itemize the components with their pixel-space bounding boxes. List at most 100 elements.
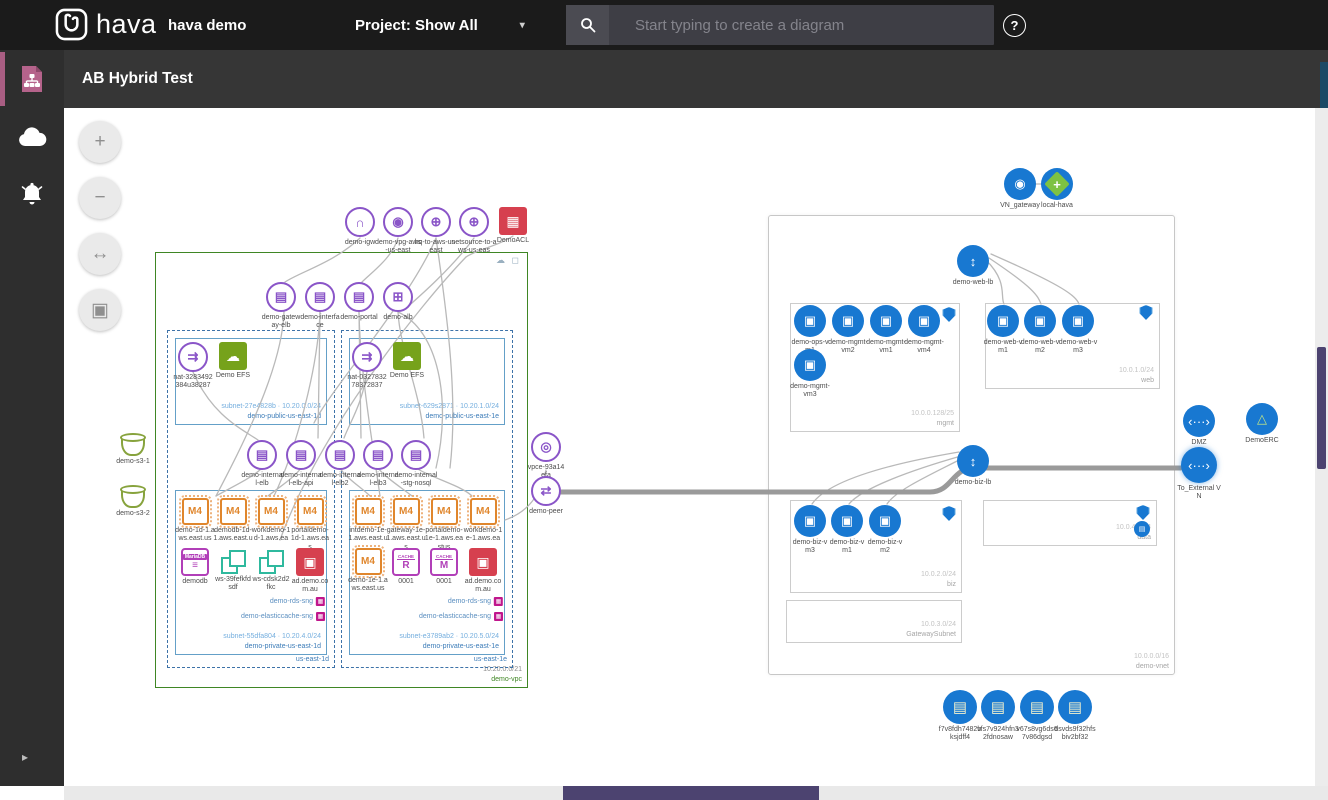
node-demo-mgmt-vm3-label: demo-mgmt-vm3 xyxy=(790,383,830,400)
node-demodb-1d-1[interactable]: M4demodb-1d-1.aws.east.u xyxy=(213,498,253,544)
node-demo-biz-vm2[interactable]: ▣demo-biz-vm2 xyxy=(866,505,904,556)
h-scrollbar[interactable] xyxy=(64,786,1328,800)
node-demo-internal-elb-label: demo-internal-elb xyxy=(241,472,283,489)
node-demo-web-vm1[interactable]: ▣demo-web-vm1 xyxy=(983,305,1023,356)
node-intdemo-1e-1[interactable]: M4intdemo-1e-1.aws.east.u xyxy=(348,498,388,544)
node-demo-interface-icon: ▤ xyxy=(305,282,335,312)
search-input[interactable] xyxy=(609,5,994,45)
node-demo-internal-elb-icon: ▤ xyxy=(247,440,277,470)
node-demoacl[interactable]: ▦DemoACL xyxy=(490,207,536,245)
group-label: us-east-1d xyxy=(296,655,329,664)
node-demo-ops-vm1-icon: ▣ xyxy=(794,305,826,337)
canvas-controls: + − ↔ ▣ xyxy=(79,121,121,331)
node-demo-efs-1e[interactable]: ☁Demo EFS xyxy=(384,342,430,380)
h-scroll-thumb[interactable] xyxy=(563,786,819,800)
node-storage-2[interactable]: ▤vfs7v924hfn32fdnosaw xyxy=(976,690,1020,743)
fit-view-button[interactable]: ↔ xyxy=(79,233,121,275)
node-vpce-93a14efa[interactable]: ◎vpce-93a14efa xyxy=(526,432,566,481)
group-gateway-subnet[interactable]: 10.0.3.0/24GatewaySubnet xyxy=(786,600,962,643)
zoom-out-button[interactable]: − xyxy=(79,177,121,219)
node-demo-internal-elb3[interactable]: ▤demo-internal-elb3 xyxy=(357,440,399,489)
node-dmz[interactable]: ‹···›DMZ xyxy=(1176,405,1222,447)
shield-web[interactable] xyxy=(1140,305,1153,320)
right-panel-tab[interactable] xyxy=(1320,62,1328,108)
node-data-item[interactable]: ▤ xyxy=(1134,521,1150,537)
node-nat-1e[interactable]: ⇉nat-032783278372837 xyxy=(347,342,387,391)
node-demo-s3-2[interactable]: demo-s3-2 xyxy=(110,487,156,518)
project-label: Project: Show All xyxy=(355,17,478,34)
node-demo-interface[interactable]: ▤demo-interface xyxy=(299,282,341,331)
node-demo-alb[interactable]: ⊞demo-alb xyxy=(375,282,421,322)
node-intdemo-1e-1-label: intdemo-1e-1.aws.east.u xyxy=(348,527,388,544)
node-ws-cdsk2d2fkc[interactable]: ws-cdsk2d2 fkc xyxy=(251,548,291,593)
node-demo-biz-vm3[interactable]: ▣demo-biz-vm3 xyxy=(791,505,829,556)
node-to-external-vn[interactable]: ‹···›To_External VN xyxy=(1177,447,1221,502)
node-nat-1d[interactable]: ⇉nat-3283492384u38287 xyxy=(173,342,213,391)
sidebar-item-environments[interactable] xyxy=(0,108,64,166)
node-demo-1d-1-label: demo-1d-1.aws.east.us xyxy=(175,527,215,544)
help-button[interactable]: ? xyxy=(1003,14,1026,37)
node-storage-4[interactable]: ▤dsvds9f32hfsbiv2bf32 xyxy=(1053,690,1097,743)
node-demo-web-vm2[interactable]: ▣demo-web-vm2 xyxy=(1020,305,1060,356)
tag-demo-elasticcache-sng-1d[interactable]: demo-elasticcache-sng▦ xyxy=(241,612,325,621)
tag-demo-rds-sng-1e[interactable]: demo-rds-sng▦ xyxy=(448,597,503,606)
node-demo-internal-elb2[interactable]: ▤demo-internal-elb2 xyxy=(319,440,361,489)
shield-biz[interactable] xyxy=(943,506,956,521)
search-button[interactable] xyxy=(566,5,609,45)
zoom-in-button[interactable]: + xyxy=(79,121,121,163)
node-demo-internal-stg-nosql[interactable]: ▤demo-internal-stg-nosql xyxy=(394,440,438,489)
node-demodb[interactable]: MariaDB≡demodb xyxy=(176,548,214,586)
node-demo-mgmt-vm1[interactable]: ▣demo-mgmt-vm1 xyxy=(866,305,906,356)
node-demo-internal-elb-api[interactable]: ▤demo-internal-elb-api xyxy=(280,440,322,489)
node-ad-demo-1e[interactable]: ▣ad.demo.com.au xyxy=(463,548,503,595)
shield-data[interactable] xyxy=(1137,505,1150,520)
node-storage-3-icon: ▤ xyxy=(1020,690,1054,724)
v-scroll-thumb[interactable] xyxy=(1317,347,1326,469)
node-demo-mgmt-vm4[interactable]: ▣demo-mgmt-vm4 xyxy=(904,305,944,356)
node-demo-s3-1[interactable]: demo-s3-1 xyxy=(110,435,156,466)
node-local-hava-label: local-hava xyxy=(1034,202,1080,210)
node-demo-biz-lb[interactable]: ↕demo-biz-lb xyxy=(952,445,994,487)
node-demo-web-lb[interactable]: ↕demo-web-lb xyxy=(952,245,994,287)
node-local-hava[interactable]: +local-hava xyxy=(1034,168,1080,210)
node-demodb-icon: MariaDB≡ xyxy=(181,548,209,576)
shield-mgmt[interactable] xyxy=(943,307,956,322)
node-demo-internal-elb2-label: demo-internal-elb2 xyxy=(319,472,361,489)
tag-demo-elasticcache-sng-1e[interactable]: demo-elasticcache-sng▦ xyxy=(419,612,503,621)
node-demo-mgmt-vm4-icon: ▣ xyxy=(908,305,940,337)
project-selector[interactable]: Project: Show All ▾ xyxy=(355,0,525,50)
group-subnet-data[interactable]: 10.0.4.0/24data xyxy=(983,500,1157,546)
node-cache-m[interactable]: CACHEM0001 xyxy=(421,548,467,586)
node-demo-mgmt-vm3[interactable]: ▣demo-mgmt-vm3 xyxy=(790,349,830,400)
tag-demo-rds-sng-1d[interactable]: demo-rds-sng▦ xyxy=(270,597,325,606)
node-demo-efs-1d[interactable]: ☁Demo EFS xyxy=(210,342,256,380)
reset-view-button[interactable]: ▣ xyxy=(79,289,121,331)
node-nat-1d-icon: ⇉ xyxy=(178,342,208,372)
node-demo-web-vm3[interactable]: ▣demo-web-vm3 xyxy=(1058,305,1098,356)
node-demo-1e-1[interactable]: M4demo-1e-1.aws.east.us xyxy=(348,548,388,594)
node-gateway-1e-1[interactable]: M4gateway-1e-1.aws.east.us xyxy=(386,498,426,552)
canvas[interactable]: 10.20.0.0/21demo-vpc☁ ◻us-east-1dus-east… xyxy=(0,0,1328,800)
node-ws-39fefkfdsdf[interactable]: ws-39fefkfd sdf xyxy=(213,548,253,593)
sidebar-item-alerts[interactable] xyxy=(0,166,64,224)
app-logo[interactable]: hava xyxy=(55,8,157,41)
node-demo-peer[interactable]: ⇄demo-peer xyxy=(523,476,569,516)
node-demoerc[interactable]: △DemoERC xyxy=(1239,403,1285,445)
sidebar-item-diagrams[interactable] xyxy=(0,50,64,108)
node-demo-internal-elb[interactable]: ▤ demo-internal-elb xyxy=(241,440,283,489)
node-demo-gateway-elb[interactable]: ▤demo-gateway-elb xyxy=(260,282,302,331)
node-workdemo-1e-1[interactable]: M4workdemo-1e-1.aws.ea xyxy=(463,498,503,544)
sidebar-expand-button[interactable]: ▸ xyxy=(22,750,28,764)
node-demo-biz-vm1[interactable]: ▣demo-biz-vm1 xyxy=(828,505,866,556)
node-portaldemo-1e-1[interactable]: M4portaldemo-1e-1.aws.eastus xyxy=(424,498,464,552)
node-portaldemo-1d-1-icon: M4 xyxy=(297,498,324,525)
node-demo-peer-label: demo-peer xyxy=(523,508,569,516)
node-portaldemo-1d-1[interactable]: M4portaldemo-1d-1.aws.eas xyxy=(290,498,330,552)
node-ws-39fefkfdsdf-icon xyxy=(220,548,246,574)
v-scrollbar[interactable] xyxy=(1315,108,1328,786)
node-ad-demo-1d[interactable]: ▣ad.demo.com.au xyxy=(290,548,330,595)
node-demo-mgmt-vm2[interactable]: ▣demo-mgmt-vm2 xyxy=(828,305,868,356)
node-workdemo-1d-1[interactable]: M4workdemo-1d-1.aws.ea xyxy=(251,498,291,544)
group-label: subnet-e3789ab2 · 10.20.5.0/24demo-priva… xyxy=(399,632,499,651)
node-demo-1d-1[interactable]: M4demo-1d-1.aws.east.us xyxy=(175,498,215,544)
